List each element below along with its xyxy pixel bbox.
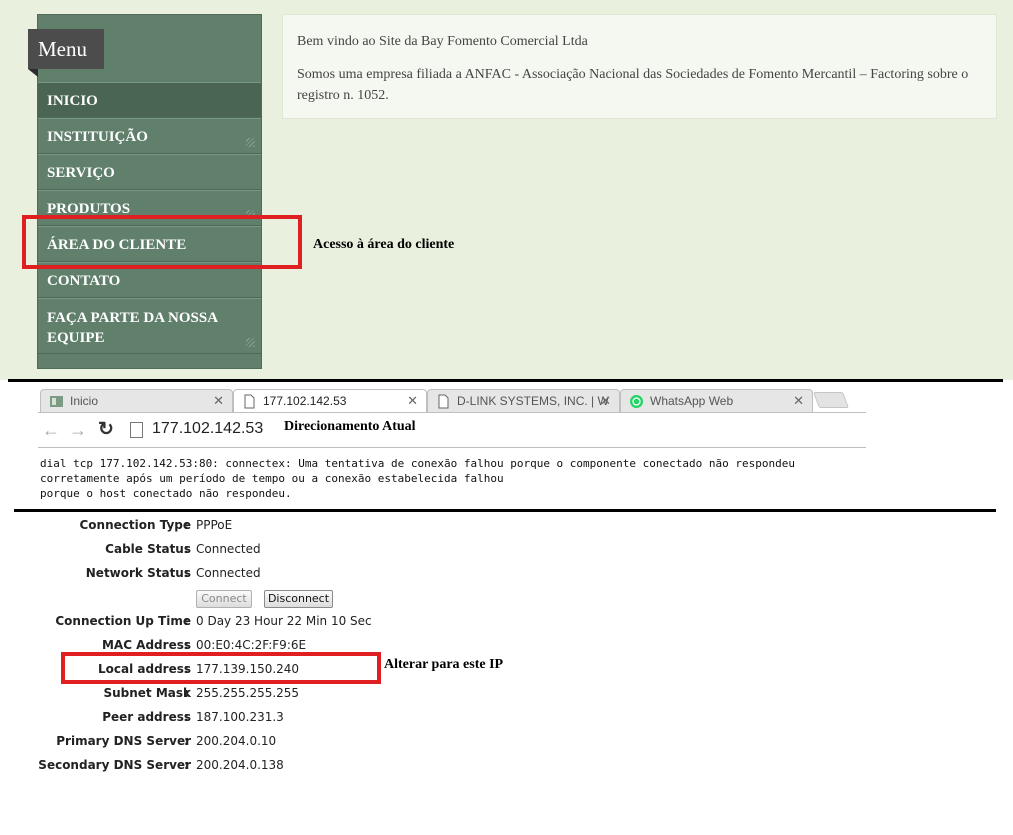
tab-title: D-LINK SYSTEMS, INC. | W <box>457 394 609 408</box>
close-icon[interactable]: ✕ <box>600 393 611 409</box>
colon-separator: : <box>184 686 189 700</box>
tab-inicio[interactable]: Inicio ✕ <box>40 389 233 412</box>
whatsapp-icon <box>630 395 643 408</box>
status-label: Connection Type <box>79 518 191 532</box>
subnet-mask-value: 255.255.255.255 <box>196 686 300 700</box>
status-label: MAC Address <box>101 638 191 652</box>
menu-item-inicio[interactable]: INICIO <box>38 82 261 118</box>
submenu-grip-icon <box>246 338 255 347</box>
side-menu: Menu INICIO INSTITUIÇÃO SERVIÇO PRODUTOS… <box>28 14 262 369</box>
back-arrow-icon[interactable]: ← <box>42 420 60 441</box>
reload-icon[interactable]: ↻ <box>98 418 114 441</box>
colon-separator: : <box>184 638 189 652</box>
browser-window: Inicio ✕ 177.102.142.53 ✕ D-LINK SYSTEMS… <box>38 386 866 448</box>
connection-type-value: PPPoE <box>196 518 233 532</box>
status-label: Subnet Mask <box>103 686 191 700</box>
client-area-highlight <box>22 215 302 269</box>
colon-separator: : <box>184 710 189 724</box>
cable-status-value: Connected <box>196 542 261 556</box>
divider-line <box>14 509 996 512</box>
address-bar[interactable]: 177.102.142.53 <box>152 420 263 438</box>
menu-item-label: INSTITUIÇÃO <box>47 129 148 145</box>
tab-title: WhatsApp Web <box>650 394 734 408</box>
status-label: Secondary DNS Server <box>38 758 191 772</box>
change-ip-annotation: Alterar para este IP <box>384 657 504 672</box>
disconnect-button[interactable]: Disconnect <box>264 590 333 608</box>
divider-line <box>8 379 1003 382</box>
current-redirect-annotation: Direcionamento Atual <box>284 419 416 434</box>
status-label: Peer address <box>102 710 191 724</box>
page-icon <box>130 422 143 438</box>
close-icon[interactable]: ✕ <box>793 393 804 409</box>
colon-separator: : <box>184 518 189 532</box>
submenu-grip-icon <box>246 138 255 147</box>
tab-active-ip[interactable]: 177.102.142.53 ✕ <box>233 389 427 412</box>
close-icon[interactable]: ✕ <box>213 393 224 409</box>
connect-button[interactable]: Connect <box>196 590 252 608</box>
client-area-annotation: Acesso à área do cliente <box>313 237 455 252</box>
close-icon[interactable]: ✕ <box>407 393 418 409</box>
error-message: dial tcp 177.102.142.53:80: connectex: U… <box>40 457 795 500</box>
status-label: Cable Status <box>105 542 191 556</box>
status-label: Primary DNS Server <box>56 734 191 748</box>
colon-separator: : <box>184 734 189 748</box>
browser-toolbar: ← → ↻ 177.102.142.53 Direcionamento Atua… <box>38 412 866 448</box>
status-label: Connection Up Time <box>55 614 191 628</box>
menu-item-label: INICIO <box>47 93 98 109</box>
menu-item-servico[interactable]: SERVIÇO <box>38 154 261 190</box>
status-label: Network Status <box>85 566 191 580</box>
menu-item-label: SERVIÇO <box>47 165 115 181</box>
colon-separator: : <box>184 614 189 628</box>
tab-strip: Inicio ✕ 177.102.142.53 ✕ D-LINK SYSTEMS… <box>38 386 866 412</box>
website-screenshot: Menu INICIO INSTITUIÇÃO SERVIÇO PRODUTOS… <box>0 0 1013 380</box>
site-favicon-icon <box>50 396 63 407</box>
tab-title: 177.102.142.53 <box>263 394 347 408</box>
menu-item-label: FAÇA PARTE DA NOSSA EQUIPE <box>47 310 218 346</box>
colon-separator: : <box>184 542 189 556</box>
secondary-dns-value: 200.204.0.138 <box>196 758 284 772</box>
welcome-title: Bem vindo ao Site da Bay Fomento Comerci… <box>297 34 588 49</box>
tab-whatsapp[interactable]: WhatsApp Web ✕ <box>620 389 813 412</box>
menu-item-label: CONTATO <box>47 273 121 289</box>
mac-address-value: 00:E0:4C:2F:F9:6E <box>196 638 307 652</box>
new-tab-button[interactable] <box>813 392 849 408</box>
menu-title-ribbon-fold <box>28 69 38 77</box>
tab-title: Inicio <box>70 394 99 408</box>
page-icon <box>244 394 255 409</box>
local-address-highlight <box>61 652 381 684</box>
network-status-value: Connected <box>196 566 261 580</box>
colon-separator: : <box>184 566 189 580</box>
menu-item-faca-parte[interactable]: FAÇA PARTE DA NOSSA EQUIPE <box>38 298 261 354</box>
menu-title: Menu <box>28 29 104 69</box>
menu-item-instituicao[interactable]: INSTITUIÇÃO <box>38 118 261 154</box>
page-icon <box>438 394 449 409</box>
uptime-value: 0 Day 23 Hour 22 Min 10 Sec <box>196 614 372 628</box>
welcome-panel: Bem vindo ao Site da Bay Fomento Comerci… <box>282 14 997 119</box>
tab-dlink[interactable]: D-LINK SYSTEMS, INC. | W ✕ <box>427 389 620 412</box>
primary-dns-value: 200.204.0.10 <box>196 734 277 748</box>
forward-arrow-icon[interactable]: → <box>69 420 87 441</box>
peer-address-value: 187.100.231.3 <box>196 710 284 724</box>
colon-separator: : <box>184 758 189 772</box>
welcome-body: Somos uma empresa filiada a ANFAC - Asso… <box>297 67 969 103</box>
